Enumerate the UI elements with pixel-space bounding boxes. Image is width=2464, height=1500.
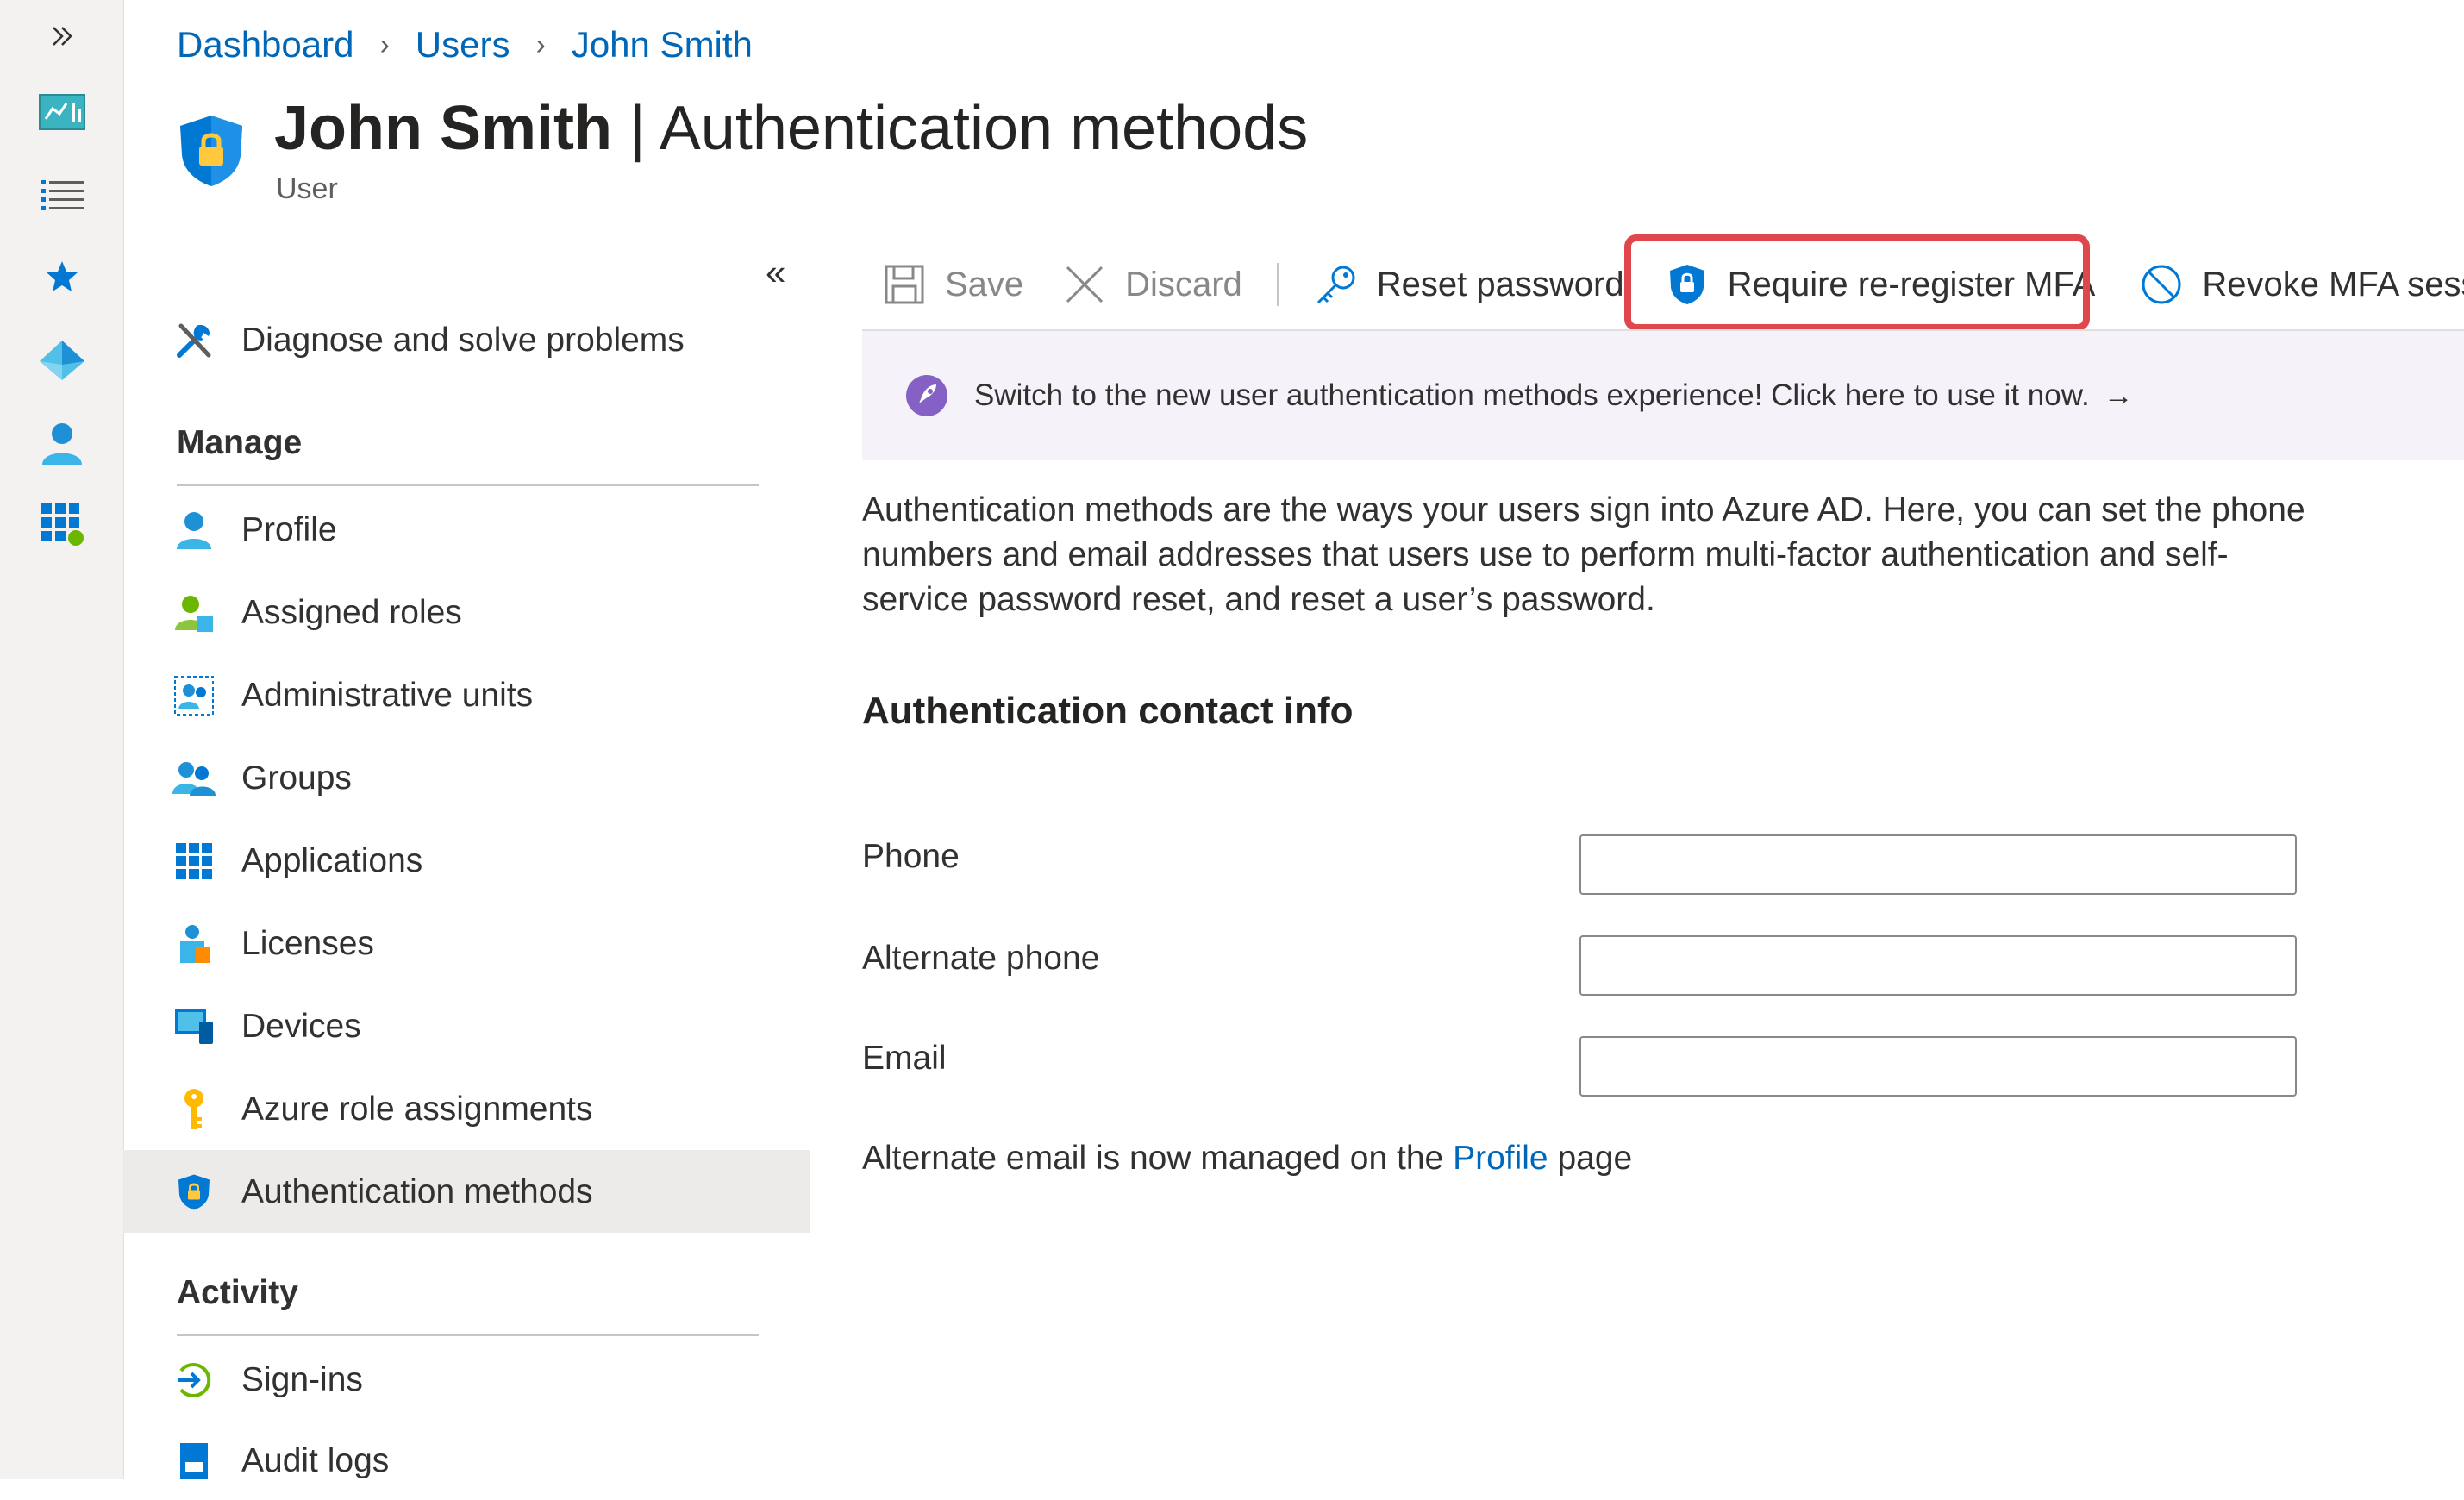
groups-icon [172, 757, 216, 800]
breadcrumb-dashboard[interactable]: Dashboard [177, 24, 353, 66]
section-heading: Authentication contact info [862, 690, 1354, 732]
breadcrumb-users[interactable]: Users [416, 24, 510, 66]
nav-item-groups[interactable]: Groups [172, 740, 352, 817]
alternate-phone-label: Alternate phone [862, 940, 1100, 977]
alternate-email-note: Alternate email is now managed on the Pr… [862, 1140, 1633, 1177]
new-experience-banner[interactable]: Switch to the new user authentication me… [862, 331, 2464, 460]
nav-item-assigned-roles[interactable]: Assigned roles [172, 574, 462, 652]
reset-password-button[interactable]: Reset password [1313, 250, 1624, 319]
divider [177, 484, 759, 486]
banner-text: Switch to the new user authentication me… [974, 378, 2090, 412]
nav-label: Diagnose and solve problems [241, 322, 685, 359]
key-icon [1313, 261, 1360, 308]
nav-item-devices[interactable]: Devices [172, 988, 361, 1066]
section-activity: Activity [177, 1274, 298, 1311]
profile-link[interactable]: Profile [1453, 1140, 1548, 1177]
nav-diagnose[interactable]: Diagnose and solve problems [172, 302, 685, 379]
description-text: Authentication methods are the ways your… [862, 491, 2305, 618]
audit-log-icon [172, 1440, 216, 1483]
nav-item-administrative-units[interactable]: Administrative units [172, 657, 533, 734]
nav-item-authentication-methods[interactable]: Authentication methods [172, 1153, 593, 1231]
page-title: John Smith | Authentication methods [274, 94, 1309, 163]
nav-item-azure-role-assignments[interactable]: Azure role assignments [172, 1071, 593, 1148]
block-icon [2138, 261, 2185, 308]
nav-item-applications[interactable]: Applications [172, 822, 422, 900]
licenses-icon [172, 922, 216, 966]
section-manage: Manage [177, 424, 303, 461]
breadcrumb: Dashboard › Users › John Smith [177, 24, 753, 66]
left-rail [0, 0, 124, 1479]
dashboard-icon[interactable] [36, 86, 88, 138]
expand-icon[interactable] [36, 10, 88, 62]
key-icon [172, 1088, 216, 1131]
user-role-icon [172, 591, 216, 634]
nav-item-sign-ins[interactable]: Sign-ins [172, 1341, 363, 1419]
shield-lock-icon [172, 1171, 216, 1214]
toolbar-divider [1276, 263, 1279, 306]
arrow-right-icon: → [2103, 378, 2134, 412]
nav-item-profile[interactable]: Profile [172, 491, 337, 569]
highlight-box [1624, 234, 2090, 331]
email-label: Email [862, 1040, 947, 1077]
shield-lock-icon [177, 114, 246, 192]
all-services-icon[interactable] [36, 169, 88, 221]
chevron-right-icon: › [535, 28, 546, 61]
applications-icon [172, 840, 216, 883]
users-icon[interactable] [36, 417, 88, 469]
user-icon [172, 509, 216, 552]
rocket-icon [905, 374, 948, 417]
email-field[interactable] [1579, 1036, 2297, 1097]
revoke-mfa-session-button[interactable]: Revoke MFA session [2138, 250, 2464, 319]
chevron-right-icon: › [379, 28, 390, 61]
azure-ad-icon[interactable] [36, 334, 88, 386]
save-icon [881, 261, 928, 308]
nav-item-licenses[interactable]: Licenses [172, 905, 374, 983]
wrench-screwdriver-icon [172, 319, 216, 362]
nav-item-audit-logs[interactable]: Audit logs [172, 1422, 389, 1500]
alternate-phone-field[interactable] [1579, 935, 2297, 996]
save-button[interactable]: Save [881, 250, 1023, 319]
phone-field[interactable] [1579, 834, 2297, 895]
sign-in-icon [172, 1359, 216, 1402]
admin-units-icon [172, 674, 216, 717]
phone-label: Phone [862, 838, 960, 875]
discard-button[interactable]: Discard [1061, 250, 1242, 319]
page-subtitle: User [276, 172, 338, 205]
favorites-icon[interactable] [36, 250, 88, 302]
divider [177, 1334, 759, 1336]
apps-icon[interactable] [36, 498, 88, 550]
devices-icon [172, 1005, 216, 1048]
collapse-menu-button[interactable]: « [766, 252, 785, 293]
close-icon [1061, 261, 1108, 308]
breadcrumb-john-smith[interactable]: John Smith [572, 24, 753, 66]
